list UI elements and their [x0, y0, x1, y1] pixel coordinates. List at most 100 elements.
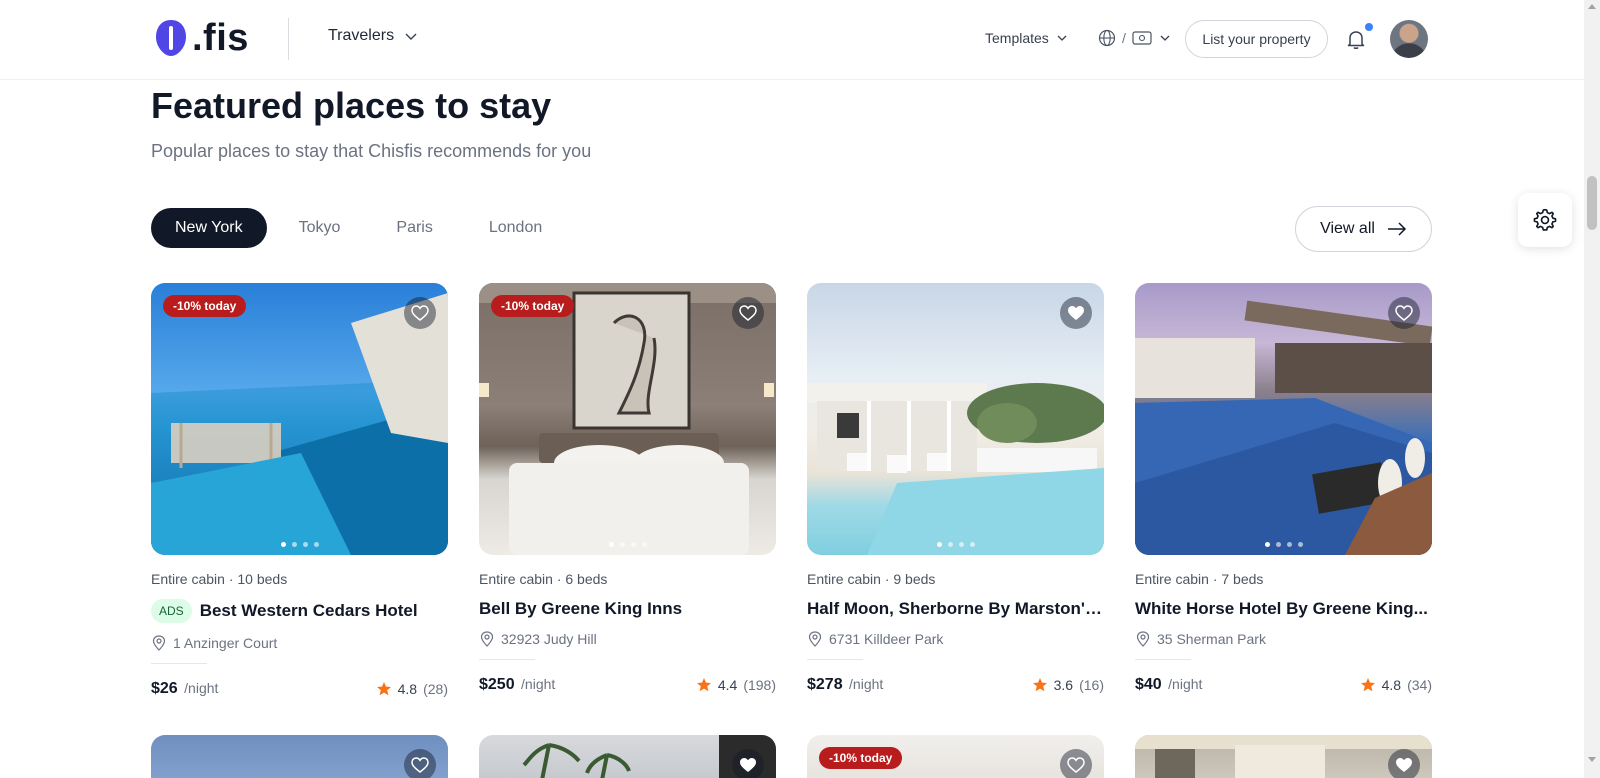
top-navbar: .fis Travelers Templates / List your pro…: [0, 0, 1584, 80]
listing-location: 6731 Killdeer Park: [807, 631, 1104, 647]
listing-card[interactable]: Entire cabin · 7 beds White Horse Hotel …: [1135, 283, 1432, 694]
favorite-button[interactable]: [732, 297, 764, 329]
listing-image[interactable]: -10% today: [479, 283, 776, 555]
templates-label: Templates: [985, 30, 1049, 46]
travelers-dropdown[interactable]: Travelers: [328, 27, 418, 45]
language-currency-dropdown[interactable]: /: [1098, 29, 1172, 47]
listing-name-row: ADS Best Western Cedars Hotel: [151, 599, 448, 623]
listing-rating: 4.8 (28): [376, 681, 448, 697]
listing-price: $278 /night: [807, 676, 884, 693]
listing-rating: 4.4 (198): [696, 677, 776, 693]
poolside-photo: [807, 283, 1104, 555]
listing-price: $26 /night: [151, 680, 219, 697]
listing-card[interactable]: -10% today Entire cabin · 6 beds Bell By…: [479, 283, 776, 694]
tab-new-york[interactable]: New York: [151, 208, 267, 248]
carousel-dots: [1264, 542, 1303, 547]
bell-icon[interactable]: [1344, 27, 1368, 51]
scroll-thumb[interactable]: [1587, 176, 1597, 230]
carousel-dots: [608, 542, 647, 547]
templates-dropdown[interactable]: Templates: [985, 30, 1069, 46]
favorite-button[interactable]: [1388, 749, 1420, 778]
city-tabs: New York Tokyo Paris London: [151, 208, 574, 248]
listing-rating: 3.6 (16): [1032, 677, 1104, 693]
banknote-icon: [1132, 31, 1152, 45]
rooftop-pool-photo: [1135, 283, 1432, 555]
listing-meta: Entire cabin · 7 beds: [1135, 571, 1264, 587]
star-icon: [696, 678, 711, 692]
price-row: $40 /night 4.8 (34): [1135, 676, 1432, 694]
logo-text: .fis: [192, 17, 249, 59]
globe-icon: [1098, 29, 1116, 47]
listing-name-row: Half Moon, Sherborne By Marston's...: [807, 599, 1104, 619]
favorite-button[interactable]: [1388, 297, 1420, 329]
scroll-down-arrow[interactable]: [1588, 757, 1596, 762]
view-all-button[interactable]: View all: [1295, 206, 1432, 252]
listing-location: 32923 Judy Hill: [479, 631, 776, 647]
listing-card-partial[interactable]: [151, 735, 448, 778]
page-title: Featured places to stay: [151, 85, 552, 126]
listing-name[interactable]: White Horse Hotel By Greene King...: [1135, 599, 1428, 619]
listing-price: $250 /night: [479, 676, 556, 693]
chevron-down-icon: [1057, 35, 1067, 41]
map-pin-icon: [808, 631, 822, 647]
listing-name-row: Bell By Greene King Inns: [479, 599, 776, 619]
favorite-button[interactable]: [404, 749, 436, 778]
listing-image[interactable]: [807, 283, 1104, 555]
page-scrollbar[interactable]: [1584, 0, 1600, 778]
discount-badge: -10% today: [491, 295, 575, 317]
favorite-button[interactable]: [1060, 297, 1092, 329]
lang-separator: /: [1122, 30, 1126, 46]
tab-tokyo[interactable]: Tokyo: [275, 208, 365, 248]
favorite-button[interactable]: [404, 297, 436, 329]
discount-badge: -10% today: [819, 747, 903, 769]
listing-meta: Entire cabin · 9 beds: [807, 571, 936, 587]
favorite-button[interactable]: [1060, 749, 1092, 778]
listing-card[interactable]: Entire cabin · 9 beds Half Moon, Sherbor…: [807, 283, 1104, 694]
price-row: $250 /night 4.4 (198): [479, 676, 776, 694]
page-subtitle: Popular places to stay that Chisfis reco…: [151, 141, 592, 161]
listing-address: 6731 Killdeer Park: [829, 631, 944, 647]
heart-icon: [739, 305, 757, 321]
listing-meta: Entire cabin · 6 beds: [479, 571, 608, 587]
map-pin-icon: [480, 631, 494, 647]
carousel-dots: [280, 542, 319, 547]
listing-image[interactable]: [1135, 283, 1432, 555]
carousel-dots: [936, 542, 975, 547]
heart-icon: [1396, 758, 1412, 772]
listing-name[interactable]: Half Moon, Sherborne By Marston's...: [807, 599, 1104, 619]
listing-location: 1 Anzinger Court: [151, 635, 448, 651]
gear-icon: [1533, 208, 1557, 231]
listing-location: 35 Sherman Park: [1135, 631, 1432, 647]
listing-name[interactable]: Best Western Cedars Hotel: [200, 601, 418, 621]
listing-price: $40 /night: [1135, 676, 1203, 693]
avatar[interactable]: [1390, 20, 1428, 58]
arrow-right-icon: [1387, 222, 1406, 236]
logo-icon: [156, 20, 186, 56]
listing-card-partial[interactable]: [1135, 735, 1432, 778]
listing-card[interactable]: -10% today Entire cabin · 10 beds ADS Be…: [151, 283, 448, 698]
pool-photo: [151, 283, 448, 555]
listing-card-partial[interactable]: -10% today: [807, 735, 1104, 778]
card-divider: [1135, 659, 1191, 660]
scroll-up-arrow[interactable]: [1588, 4, 1596, 9]
header-divider: [288, 18, 289, 60]
ads-badge: ADS: [151, 599, 192, 623]
listing-address: 1 Anzinger Court: [173, 635, 278, 651]
tab-paris[interactable]: Paris: [372, 208, 456, 248]
heart-icon: [1395, 305, 1413, 321]
heart-icon: [740, 758, 756, 772]
travelers-label: Travelers: [328, 27, 395, 44]
favorite-button[interactable]: [732, 749, 764, 778]
tab-london[interactable]: London: [465, 208, 566, 248]
logo[interactable]: .fis: [154, 18, 249, 58]
listing-card-partial[interactable]: [479, 735, 776, 778]
listing-name[interactable]: Bell By Greene King Inns: [479, 599, 682, 619]
listing-meta: Entire cabin · 10 beds: [151, 571, 288, 587]
settings-button[interactable]: [1518, 193, 1572, 247]
listing-image[interactable]: -10% today: [151, 283, 448, 555]
listing-address: 35 Sherman Park: [1157, 631, 1266, 647]
list-property-button[interactable]: List your property: [1185, 20, 1328, 58]
heart-icon: [1068, 306, 1084, 320]
discount-badge: -10% today: [163, 295, 247, 317]
heart-icon: [411, 757, 429, 773]
